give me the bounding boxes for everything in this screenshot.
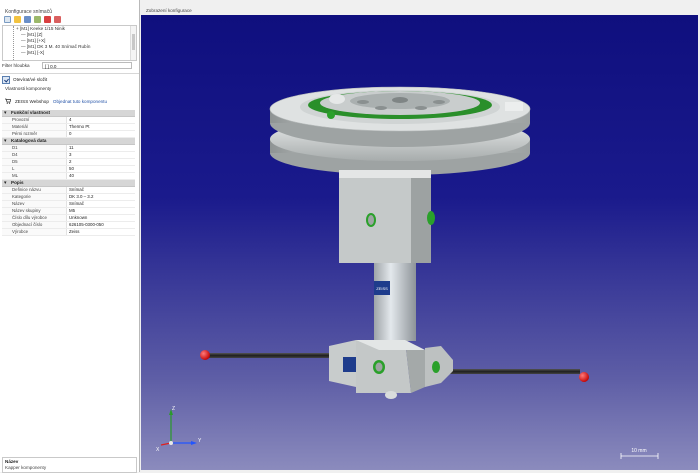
tree-scrollbar[interactable] [130,26,136,60]
property-row: Název Snímač [2,201,135,208]
axis-triad: Z Y X [156,406,202,453]
property-value: 50 [69,166,74,171]
3d-viewport[interactable]: ZEISS Z Y X 10 mm [141,15,698,470]
property-row: Objednací číslo 626105-0300-050 [2,222,135,229]
edit-icon[interactable] [34,16,41,23]
grid-icon[interactable] [24,16,31,23]
property-key: D5 [2,159,67,165]
stylus-left [200,350,329,360]
property-value: 3 [69,152,72,157]
property-row: Definice názvu Snímač [2,187,135,194]
property-row: Číslo dílu výrobce Unknown [2,215,135,222]
property-row: D4 3 [2,152,135,159]
property-row: ML 40 [2,173,135,180]
expand-checkbox[interactable] [2,75,10,84]
order-component-link[interactable]: Objednat tuto komponentu [53,99,107,104]
open-folder-icon[interactable] [14,16,21,23]
property-key: Provozní [2,117,67,123]
property-value: 40 [69,173,74,178]
probe-render: ZEISS Z Y X 10 mm [156,86,659,459]
property-value: DK 3.0 – 3.2 [69,194,94,199]
opened-label: Otevírat/vé složit [13,77,48,82]
property-key: Název skupiny [2,208,67,214]
property-row: Název skupiny M5 [2,208,135,215]
stylus-right [446,369,589,382]
filter-label: Filter hloubka [2,63,30,68]
configuration-tree[interactable]: + [M1] Keeke 1/15 Ninik — [M1] [Z] — [M1… [2,25,137,61]
property-value: Unknown [69,215,88,220]
probe-body [339,170,435,263]
property-key: Definice názvu [2,187,67,193]
scale-bar: 10 mm [620,448,659,459]
property-value: 0 [69,131,72,136]
zeiss-logo: ZEISS [376,286,388,291]
property-value: Thermo Pt [69,124,90,129]
property-key: D1 [2,145,67,151]
property-value: Snímač [69,187,84,192]
section-catalog[interactable]: Katalogová data [2,138,135,145]
property-row: D5 2 [2,159,135,166]
property-key: Materiál [2,124,67,130]
scrollbar-thumb[interactable] [132,34,135,50]
property-value: Zeiss [69,229,80,234]
property-row: D1 11 [2,145,135,152]
x-axis-label: X [156,447,160,453]
property-value: 4 [69,117,72,122]
property-value: 11 [69,145,74,150]
export-icon[interactable] [54,16,61,23]
section-description[interactable]: Popis [2,180,135,187]
left-panel: Konfigurace snímačů + [M1] Keeke 1/15 Ni… [0,0,140,473]
description-box: Název Kapper komponenty [2,457,137,473]
property-key: Objednací číslo [2,222,67,228]
toolbar [4,16,61,25]
property-row: Pérni rozměr 0 [2,131,135,138]
probe-stem: ZEISS [374,263,416,341]
opened-toggle[interactable]: Otevírat/vé složit [2,75,47,84]
property-key: Kategorie [2,194,67,200]
panel-title: Konfigurace snímačů [5,9,52,15]
property-key: Číslo dílu výrobce [2,215,67,221]
webshop-label: ZEISS Webshop [15,98,49,104]
property-value: Snímač [69,201,84,206]
property-row: L 50 [2,166,135,173]
component-properties-title: Vlastnosti komponenty [5,86,52,91]
property-row: Výrobce Zeiss [2,229,135,236]
property-key: Pérni rozměr [2,131,67,137]
scale-label: 10 mm [631,448,646,454]
description-text: Kapper komponenty [5,465,47,470]
y-axis-label: Y [198,438,202,444]
divider [0,73,139,74]
description-title: Název [5,459,19,464]
property-row: Provozní 4 [2,117,135,124]
delete-icon[interactable] [44,16,51,23]
cart-icon [5,98,11,104]
property-value: 626105-0300-050 [69,222,104,227]
tree-item[interactable]: — [M1] [-X] [3,50,136,56]
z-axis-label: Z [172,406,175,412]
property-row: Kategorie DK 3.0 – 3.2 [2,194,135,201]
filter-input[interactable]: [ ] 0.0 [42,62,132,69]
filter-row: Filter hloubka [ ] 0.0 [2,62,135,70]
section-functional[interactable]: Funkční vlastnost [2,110,135,117]
property-key: Název [2,201,67,207]
new-icon[interactable] [4,16,11,23]
property-value: M5 [69,208,76,213]
probe-head-plate [269,86,531,175]
probe-cube [329,340,453,399]
property-key: Výrobce [2,229,67,235]
viewport-title: Zobrazení konfigurace [146,8,192,13]
property-key: D4 [2,152,67,158]
property-grid: Funkční vlastnost Provozní4 MateriálTher… [2,110,135,236]
webshop-row: ZEISS Webshop Objednat tuto komponentu [5,97,107,105]
property-row: Materiál Thermo Pt [2,124,135,131]
property-value: 2 [69,159,72,164]
property-key: ML [2,173,67,179]
property-key: L [2,166,67,172]
